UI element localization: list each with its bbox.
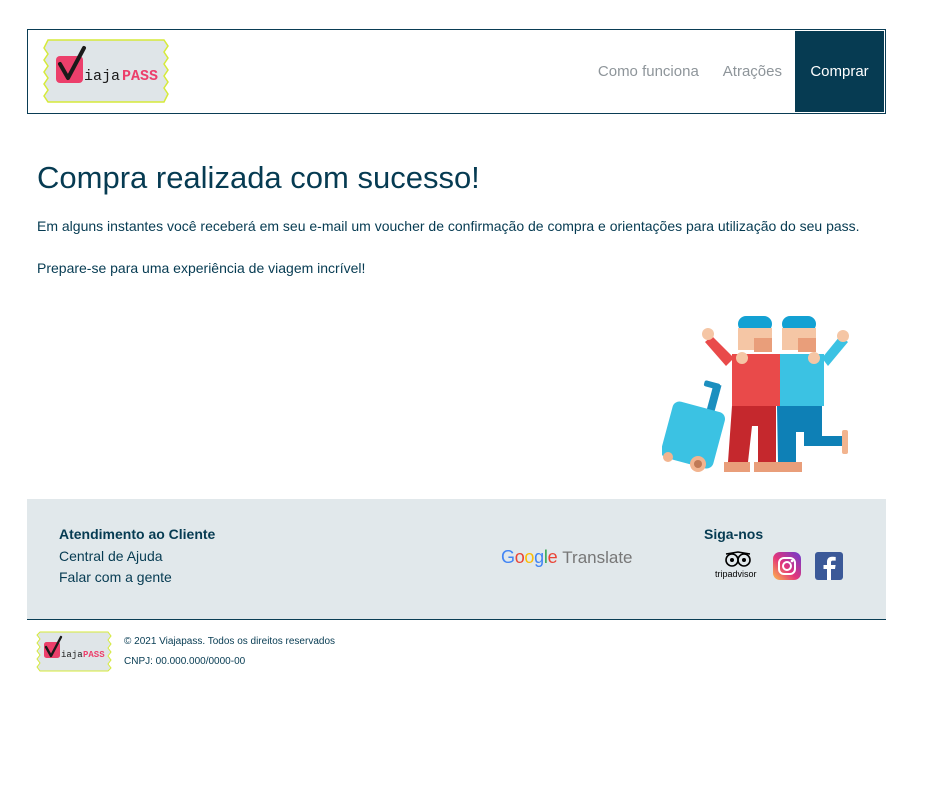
help-center-link[interactable]: Central de Ajuda xyxy=(59,548,215,564)
site-header: iaja PASS Como funciona Atrações Comprar xyxy=(27,29,886,114)
footer-logo-text-viaja: iaja xyxy=(61,650,83,660)
customer-support-section: Atendimento ao Cliente Central de Ajuda … xyxy=(59,526,215,590)
google-logo: Google xyxy=(501,547,558,567)
tripadvisor-text: tripadvisor xyxy=(715,569,757,579)
tripadvisor-icon[interactable]: tripadvisor xyxy=(714,551,764,581)
social-section: Siga-nos xyxy=(704,526,763,548)
main-nav: Como funciona Atrações Comprar xyxy=(586,31,884,112)
customer-support-heading: Atendimento ao Cliente xyxy=(59,526,216,542)
facebook-icon[interactable] xyxy=(814,551,844,581)
viajapass-logo[interactable]: iaja PASS xyxy=(42,38,170,105)
footer-logo[interactable]: iaja PASS xyxy=(36,631,112,672)
social-icons: tripadvisor xyxy=(714,551,844,581)
nav-attractions[interactable]: Atrações xyxy=(711,63,794,80)
travelers-with-suitcase-illustration xyxy=(660,314,852,476)
logo-text-viaja: iaja xyxy=(84,68,120,85)
google-translate-widget[interactable]: Google Translate xyxy=(501,547,633,568)
copyright-text: © 2021 Viajapass. Todos os direitos rese… xyxy=(124,636,336,647)
translate-label: Translate xyxy=(562,547,633,567)
site-footer: Atendimento ao Cliente Central de Ajuda … xyxy=(27,499,886,620)
nav-buy-button[interactable]: Comprar xyxy=(795,31,884,112)
page-title: Compra realizada com sucesso! xyxy=(37,160,480,195)
cnpj-text: CNPJ: 00.000.000/0000-00 xyxy=(124,656,246,667)
confirmation-message: Em alguns instantes você receberá em seu… xyxy=(37,218,860,234)
instagram-icon[interactable] xyxy=(772,551,802,581)
follow-us-heading: Siga-nos xyxy=(704,526,764,542)
contact-us-link[interactable]: Falar com a gente xyxy=(59,569,215,585)
experience-message: Prepare-se para uma experiência de viage… xyxy=(37,260,366,276)
nav-how-it-works[interactable]: Como funciona xyxy=(586,63,711,80)
logo-text-pass: PASS xyxy=(122,68,158,85)
footer-logo-text-pass: PASS xyxy=(83,650,105,660)
